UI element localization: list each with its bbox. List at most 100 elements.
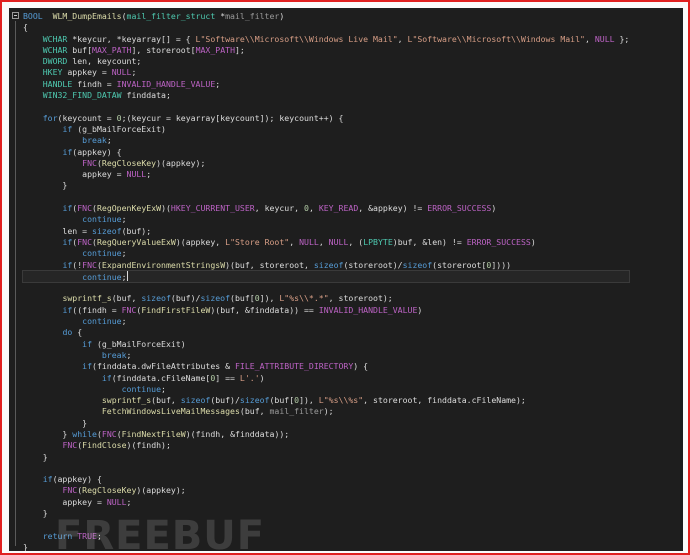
code-line[interactable]: FNC(RegCloseKey)(appkey);: [23, 485, 629, 496]
code-text: };: [614, 33, 630, 44]
type-token: WCHAR: [42, 33, 68, 44]
code-line[interactable]: if((findh = FNC(FindFirstFileW)(buf, &fi…: [23, 305, 629, 316]
code-line[interactable]: DWORD len, keycount;: [23, 56, 629, 67]
macro-token: HKEY_CURRENT_USER: [170, 203, 255, 214]
code-line[interactable]: {: [23, 22, 629, 33]
code-line[interactable]: if (g_bMailForceExit): [23, 124, 629, 135]
code-line[interactable]: WCHAR *keycur, *keyarray[] = { L"Softwar…: [23, 33, 630, 45]
code-line[interactable]: [23, 192, 629, 203]
keyword-token: if: [62, 304, 73, 315]
parameter-token: mail_filter: [269, 406, 324, 417]
code-line[interactable]: appkey = NULL;: [23, 169, 629, 180]
code-line[interactable]: FetchWindowsLiveMailMessages(buf, mail_f…: [23, 406, 629, 417]
code-line[interactable]: WIN32_FIND_DATAW finddata;: [23, 90, 629, 101]
code-line[interactable]: for(keycount = 0;(keycur = keyarray[keyc…: [23, 113, 629, 124]
code-text: ): [180, 338, 186, 349]
code-line[interactable]: do {: [23, 327, 629, 338]
code-line[interactable]: continue;: [23, 384, 629, 395]
code-text: ;: [215, 78, 221, 89]
code-line[interactable]: HKEY appkey = NULL;: [23, 67, 629, 78]
code-line[interactable]: [23, 282, 629, 293]
code-line[interactable]: } while(FNC(FindNextFileW)(findh, &findd…: [23, 429, 629, 440]
function-token: WLM_DumpEmails: [52, 11, 122, 21]
keyword-token: sizeof: [402, 259, 433, 270]
keyword-token: if: [62, 259, 73, 270]
code-line[interactable]: }: [23, 180, 629, 191]
code-line[interactable]: if(finddata.cFileName[0] == L'.'): [23, 373, 629, 384]
code-line[interactable]: return TRUE;: [23, 531, 629, 542]
code-line[interactable]: continue;: [23, 248, 629, 259]
function-token: ExpandEnvironmentStringsW: [101, 259, 226, 270]
code-line[interactable]: if(FNC(RegQueryValueExW)(appkey, L"Store…: [23, 237, 629, 248]
macro-token: INVALID_HANDLE_VALUE: [318, 304, 418, 315]
code-text: ;: [146, 169, 152, 180]
minus-box-icon[interactable]: [12, 12, 19, 19]
string-token: L'.': [239, 372, 260, 383]
keyword-token: return: [42, 530, 73, 541]
code-line[interactable]: if(FNC(RegOpenKeyExW)(HKEY_CURRENT_USER,…: [23, 203, 629, 214]
code-line[interactable]: HANDLE findh = INVALID_HANDLE_VALUE;: [23, 79, 629, 90]
code-line[interactable]: continue;: [23, 316, 629, 327]
code-text: ,: [318, 236, 329, 247]
keyword-token: sizeof: [200, 293, 231, 304]
keyword-token: if: [62, 146, 73, 157]
code-text: , &appkey) !=: [358, 203, 428, 214]
keyword-token: for: [42, 112, 58, 123]
keyword-token: sizeof: [141, 293, 171, 304]
code-text: ;: [121, 214, 127, 225]
code-text: )(appkey);: [136, 485, 186, 496]
code-line[interactable]: [23, 519, 629, 530]
code-line[interactable]: }: [23, 418, 629, 429]
code-text: ;: [131, 67, 137, 78]
code-text: )(appkey,: [175, 236, 226, 247]
code-text: (finddata.cFileName[: [111, 372, 211, 383]
code-line[interactable]: swprintf_s(buf, sizeof(buf)/sizeof(buf[0…: [23, 293, 629, 304]
keyword-token: break: [82, 135, 107, 146]
code-line[interactable]: }: [23, 542, 629, 551]
code-line[interactable]: continue;: [21, 269, 631, 284]
code-text: )(: [161, 203, 171, 214]
code-line[interactable]: if(finddata.dwFileAttributes & FILE_ATTR…: [23, 361, 629, 372]
code-text: )(findh);: [126, 440, 171, 451]
code-text: (buf[: [230, 293, 255, 304]
macro-token: FNC: [62, 485, 78, 496]
code-line[interactable]: if(!FNC(ExpandEnvironmentStringsW)(buf, …: [23, 260, 629, 271]
code-line[interactable]: break;: [23, 350, 629, 361]
function-token: RegQueryValueExW: [96, 236, 176, 247]
function-token: RegCloseKey: [101, 157, 157, 168]
code-line[interactable]: }: [23, 452, 629, 463]
code-line[interactable]: WCHAR buf[MAX_PATH], storeroot[MAX_PATH]…: [23, 45, 629, 56]
code-line[interactable]: if (g_bMailForceExit): [23, 339, 629, 350]
code-line[interactable]: break;: [23, 135, 629, 146]
macro-token: FNC: [62, 440, 78, 451]
code-line[interactable]: if(appkey) {: [23, 474, 629, 485]
code-text: (buf[: [269, 395, 295, 406]
code-line[interactable]: FNC(RegCloseKey)(appkey);: [23, 158, 629, 169]
code-line[interactable]: [23, 101, 629, 112]
type-token: HANDLE: [42, 78, 73, 89]
code-text: len =: [23, 225, 93, 236]
code-text: }: [23, 180, 68, 191]
code-line[interactable]: swprintf_s(buf, sizeof(buf)/sizeof(buf[0…: [23, 395, 629, 406]
code-line[interactable]: appkey = NULL;: [23, 497, 629, 508]
code-line[interactable]: [23, 463, 629, 474]
code-line[interactable]: continue;: [23, 214, 629, 225]
code-line[interactable]: BOOL WLM_DumpEmails(mail_filter_struct *…: [23, 11, 629, 22]
function-token: swprintf_s: [62, 293, 112, 304]
source-code[interactable]: BOOL WLM_DumpEmails (mail_filter_struct *…: [21, 11, 631, 551]
code-line[interactable]: len = sizeof(buf);: [23, 226, 629, 237]
fold-gutter: [9, 8, 23, 551]
code-line[interactable]: }: [23, 508, 629, 519]
code-line[interactable]: if(appkey) {: [23, 147, 629, 158]
code-text: , storeroot);: [328, 293, 393, 304]
code-line[interactable]: FNC(FindClose)(findh);: [23, 440, 629, 451]
macro-token: FNC: [121, 304, 137, 315]
code-editor[interactable]: BOOL WLM_DumpEmails (mail_filter_struct *…: [9, 8, 683, 551]
code-text: (: [72, 123, 83, 134]
